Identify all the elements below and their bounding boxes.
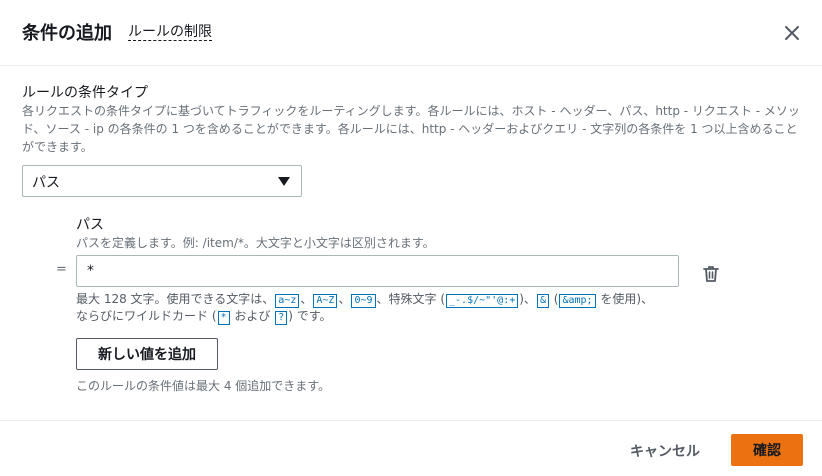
constraint-text: 、特殊文字 ( xyxy=(376,292,446,306)
constraint-text: 最大 128 文字。使用できる文字は、 xyxy=(76,292,275,306)
cancel-button[interactable]: キャンセル xyxy=(630,441,700,461)
caret-down-icon xyxy=(278,177,290,186)
token-wildcard-star: * xyxy=(217,311,230,325)
constraint-text: および xyxy=(230,309,275,323)
path-operator: = xyxy=(56,262,67,277)
close-button[interactable] xyxy=(780,21,804,45)
rule-limits-link[interactable]: ルールの制限 xyxy=(128,24,212,41)
condition-type-label: ルールの条件タイプ xyxy=(22,85,148,101)
constraint-text: ならびにワイルドカード ( xyxy=(76,309,217,323)
constraint-text: を使用)、 xyxy=(596,292,654,306)
constraint-text: )、 xyxy=(519,292,536,306)
add-condition-modal: 条件の追加 ルールの制限 ルールの条件タイプ 各リクエストの条件タイプに基づいて… xyxy=(0,0,822,476)
modal-header: 条件の追加 ルールの制限 xyxy=(0,0,822,66)
close-icon xyxy=(785,26,799,40)
token-digits: 0~9 xyxy=(351,294,376,308)
remove-value-button[interactable] xyxy=(701,264,721,284)
constraint-text: ( xyxy=(549,292,559,306)
condition-type-select[interactable]: パス xyxy=(22,165,302,197)
token-amp-entity: &amp; xyxy=(559,294,596,308)
add-new-value-button[interactable]: 新しい値を追加 xyxy=(76,338,218,370)
path-constraint-text: 最大 128 文字。使用できる文字は、 a~z、 A~Z、 0~9 、特殊文字 (_-.… xyxy=(76,291,776,325)
constraint-text: 、 xyxy=(300,292,313,306)
path-value-input[interactable] xyxy=(76,255,679,287)
token-uppercase: A~Z xyxy=(313,294,338,308)
token-special-chars: _-.$/~"'@:+ xyxy=(446,294,519,308)
token-wildcard-question: ? xyxy=(275,311,288,325)
confirm-button[interactable]: 確認 xyxy=(731,434,803,466)
trash-icon xyxy=(703,266,719,282)
modal-title: 条件の追加 xyxy=(22,23,112,44)
condition-type-description: 各リクエストの条件タイプに基づいてトラフィックをルーティングします。各ルールには… xyxy=(22,104,800,154)
path-description: パスを定義します。例: /item/*。大文字と小文字は区別されます。 xyxy=(76,236,435,250)
path-label: パス xyxy=(76,217,104,233)
constraint-text: ) です。 xyxy=(288,309,332,323)
token-ampersand: & xyxy=(536,294,549,308)
condition-type-selected: パス xyxy=(32,175,60,191)
token-lowercase: a~z xyxy=(275,294,300,308)
value-limit-note: このルールの条件値は最大 4 個追加できます。 xyxy=(76,379,331,393)
constraint-text: 、 xyxy=(338,292,351,306)
